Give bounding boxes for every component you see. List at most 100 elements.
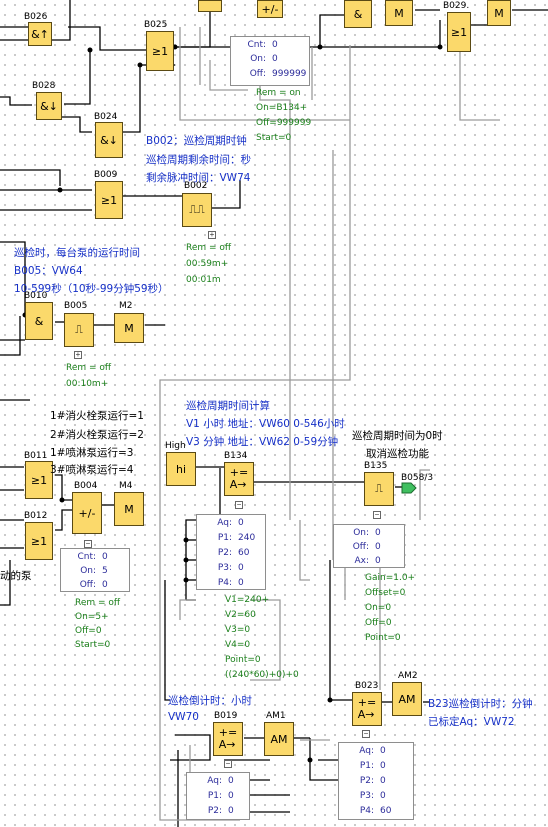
param-row: P3: 0 [339,790,386,802]
param-line: Off=0 [365,618,392,628]
comment-vw70: VW70 [168,711,199,723]
param-value: 0 [102,552,108,562]
b004-param-table[interactable]: Cnt: 0 On: 5 Off: 0 [60,548,130,592]
param-line: 00:59m+ [186,259,229,269]
param-row: On: 5 [61,565,108,577]
param-value: 0 [238,563,244,573]
param-line: V1=240+ [225,595,270,605]
param-value: 999999 [272,69,307,79]
param-key: P2 [217,548,229,558]
am2-block[interactable]: AM [392,682,422,716]
am1-label: AM1 [266,711,286,721]
b011-block[interactable]: ≥1 [25,461,53,499]
param-value: 0 [375,542,381,552]
top-counter-block[interactable]: +/- [257,0,283,18]
param-key: Ax [354,556,366,566]
top-partial-block[interactable] [198,0,222,12]
param-line: ((240*60)+0)+0 [225,670,299,680]
param-row: Aq: 0 [339,745,386,757]
m2-block[interactable]: M [114,313,144,343]
comment-pump2: 2#消火栓泵运行=2 [50,429,144,441]
b005-expand-icon[interactable]: + [74,351,82,359]
param-line: V3=0 [225,625,251,635]
b025-label: B025 [144,20,168,30]
comment-zero2: 取消巡检功能 [366,448,429,460]
b023-param-table[interactable]: Aq: 0 P1: 0 P2: 0 P3: 0 P4: 60 [338,742,414,820]
param-value: 0 [228,776,234,786]
b019-collapse-icon[interactable]: − [224,760,232,768]
b028-block[interactable]: &↓ [36,92,62,120]
b058-label: B058/3 [401,473,434,483]
b025-block[interactable]: ≥1 [146,31,174,71]
b004-expand-icon[interactable]: − [84,540,92,548]
param-key: On [250,54,263,64]
param-key: Off [352,542,366,552]
b005-block[interactable]: ⎍ [64,313,94,347]
b002-expand-icon[interactable]: + [208,231,216,239]
high-block[interactable]: hi [166,452,196,486]
b023-collapse-icon[interactable]: − [362,730,370,738]
param-key: P1 [217,533,229,543]
param-line: 00:10m+ [66,379,109,389]
b004-label: B004 [74,481,98,491]
b135-param-table[interactable]: On: 0 Off: 0 Ax: 0 [333,524,405,568]
param-value: 240 [238,533,256,543]
b010-block[interactable]: & [25,302,53,340]
b134-block[interactable]: += A→ [224,462,254,496]
b012-block[interactable]: ≥1 [25,522,53,560]
m4-block[interactable]: M [114,492,144,526]
top-and-block[interactable]: & [344,0,372,28]
param-key: Off [249,69,263,79]
comment-countdown-hours: 巡检倒计时：小时 [168,695,252,707]
b134-param-table[interactable]: Aq: 0 P1: 240 P2: 60 P3: 0 P4: 0 [196,514,266,590]
comment-b005-addr: B005：VW64 [14,265,83,277]
b009-block[interactable]: ≥1 [95,181,123,219]
b029-block[interactable]: ≥1 [447,12,471,52]
param-line: V2=60 [225,610,256,620]
param-value: 0 [272,40,278,50]
b019-block[interactable]: += A→ [213,722,243,756]
param-key: P3 [359,791,371,801]
param-value: 5 [102,566,108,576]
param-value: 0 [228,791,234,801]
param-value: 60 [238,548,250,558]
param-line: Off=999999 [256,118,312,128]
param-key: P1 [359,761,371,771]
param-line: On=B134+ [256,103,308,113]
b019-param-table[interactable]: Aq: 0 P1: 0 P2: 0 [186,772,250,820]
param-row: Cnt: 0 [61,551,108,563]
b135-collapse-icon[interactable]: − [373,511,381,519]
b029-label: B029. [443,1,470,11]
b134-collapse-icon[interactable]: − [235,501,243,509]
b002-block[interactable]: ⎍⎍ [182,193,212,227]
param-key: P4 [217,578,229,588]
b058-output-icon[interactable] [401,482,417,494]
comment-v1: V1 小时 地址：VW60 0-546小时 [186,418,345,430]
comment-b23-title: B23巡检倒计时：分钟 [428,698,533,710]
b024-block[interactable]: &↓ [95,122,123,158]
param-key: Aq [359,746,371,756]
param-line: Gain=1.0+ [365,573,416,583]
param-row: P2: 0 [339,775,386,787]
b019-label: B019 [214,711,238,721]
top-counter-param-table[interactable]: Cnt: 0 On: 0 Off: 999999 [230,36,310,86]
param-row: P1: 0 [339,760,386,772]
b135-block[interactable]: ⎍ [364,472,394,506]
param-row: Off: 0 [334,541,381,553]
b023-block[interactable]: += A→ [352,692,382,726]
param-row: On: 0 [231,53,278,65]
param-value: 0 [380,761,386,771]
b026-block[interactable]: &↑ [28,22,52,46]
param-value: 0 [272,54,278,64]
b002-params: Rem = off 00:59m+ 00:01m [186,243,231,286]
param-key: Cnt [77,552,93,562]
am1-block[interactable]: AM [264,722,294,756]
param-row: Cnt: 0 [231,39,278,51]
param-row: P4: 0 [197,577,244,589]
b135-params: Gain=1.0+ Offset=0 On=0 Off=0 Point=0 [365,573,415,644]
b011-label: B011 [24,451,48,461]
top-counter-params: Rem = on On=B134+ Off=999999 Start=0 [256,88,311,144]
b004-block[interactable]: +/- [72,492,102,534]
top-m-block-2[interactable]: M [487,0,511,26]
top-m-block-1[interactable]: M [385,0,413,26]
